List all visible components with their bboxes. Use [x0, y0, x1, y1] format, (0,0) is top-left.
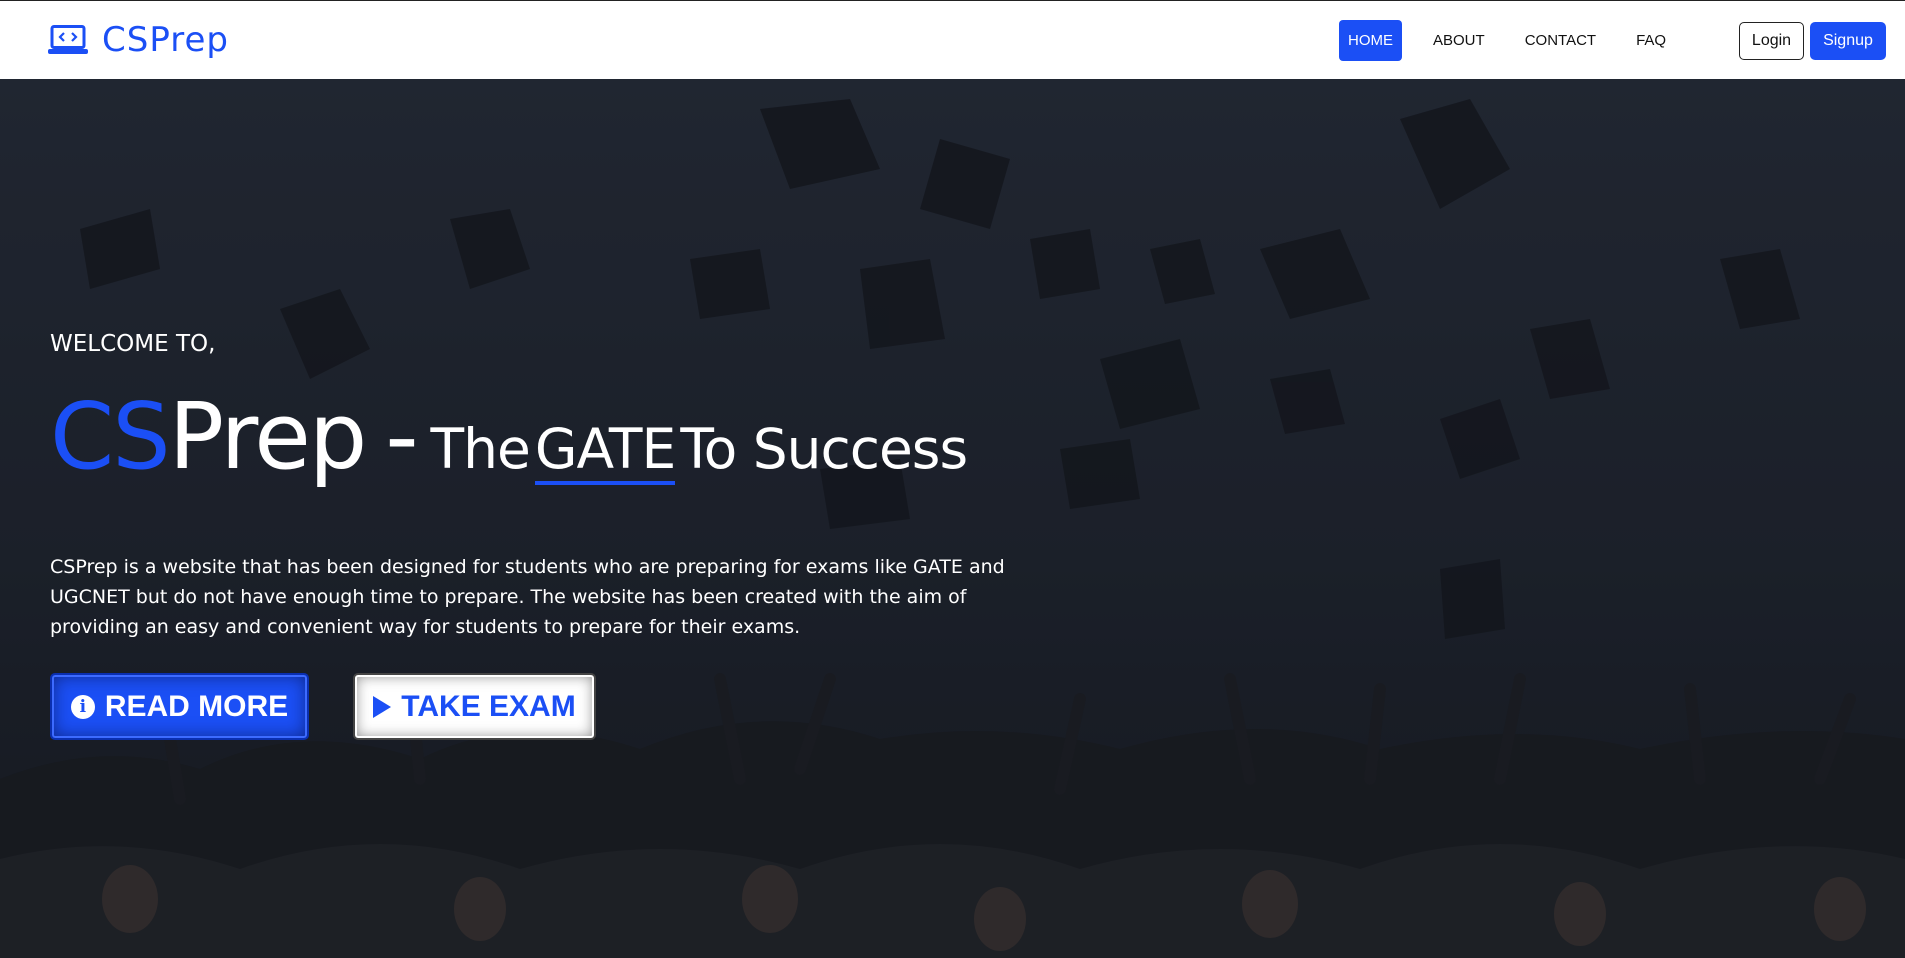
main-nav: HOME ABOUT CONTACT FAQ: [1339, 20, 1697, 61]
graduation-background-image: [0, 79, 1905, 958]
welcome-text: WELCOME TO,: [50, 331, 216, 357]
login-button[interactable]: Login: [1739, 22, 1804, 60]
brand-name: CSPrep: [102, 20, 229, 60]
play-icon: [373, 695, 392, 718]
tagline-rest: To Success: [680, 417, 968, 481]
hero-headline: CSPrep - The GATE To Success: [50, 383, 968, 490]
take-exam-label: TAKE EXAM: [401, 689, 576, 723]
laptop-code-icon: [48, 25, 88, 55]
brand-logo-link[interactable]: CSPrep: [48, 23, 229, 57]
nav-item-home[interactable]: HOME: [1339, 20, 1402, 61]
hero-description: CSPrep is a website that has been design…: [50, 556, 1005, 638]
headline-cs: CS: [50, 383, 171, 490]
nav-item-contact[interactable]: CONTACT: [1516, 20, 1605, 61]
headline-dash: -: [385, 383, 419, 490]
tagline-the: The: [430, 417, 531, 481]
top-navbar: CSPrep HOME ABOUT CONTACT FAQ Login Sign…: [0, 0, 1905, 79]
tagline-gate: GATE: [534, 417, 676, 485]
auth-buttons: Login Signup: [1739, 22, 1886, 60]
take-exam-button[interactable]: TAKE EXAM: [353, 673, 596, 740]
hero-cta-group: i READ MORE TAKE EXAM: [50, 673, 596, 740]
nav-item-about[interactable]: ABOUT: [1424, 20, 1494, 61]
nav-item-faq[interactable]: FAQ: [1627, 20, 1675, 61]
read-more-label: READ MORE: [104, 689, 289, 723]
headline-prep: Prep: [168, 383, 368, 490]
info-circle-icon: i: [70, 694, 95, 719]
signup-button[interactable]: Signup: [1810, 22, 1886, 60]
hero-section: WELCOME TO, CSPrep - The GATE To Success C…: [0, 79, 1905, 958]
read-more-button[interactable]: i READ MORE: [50, 673, 309, 740]
